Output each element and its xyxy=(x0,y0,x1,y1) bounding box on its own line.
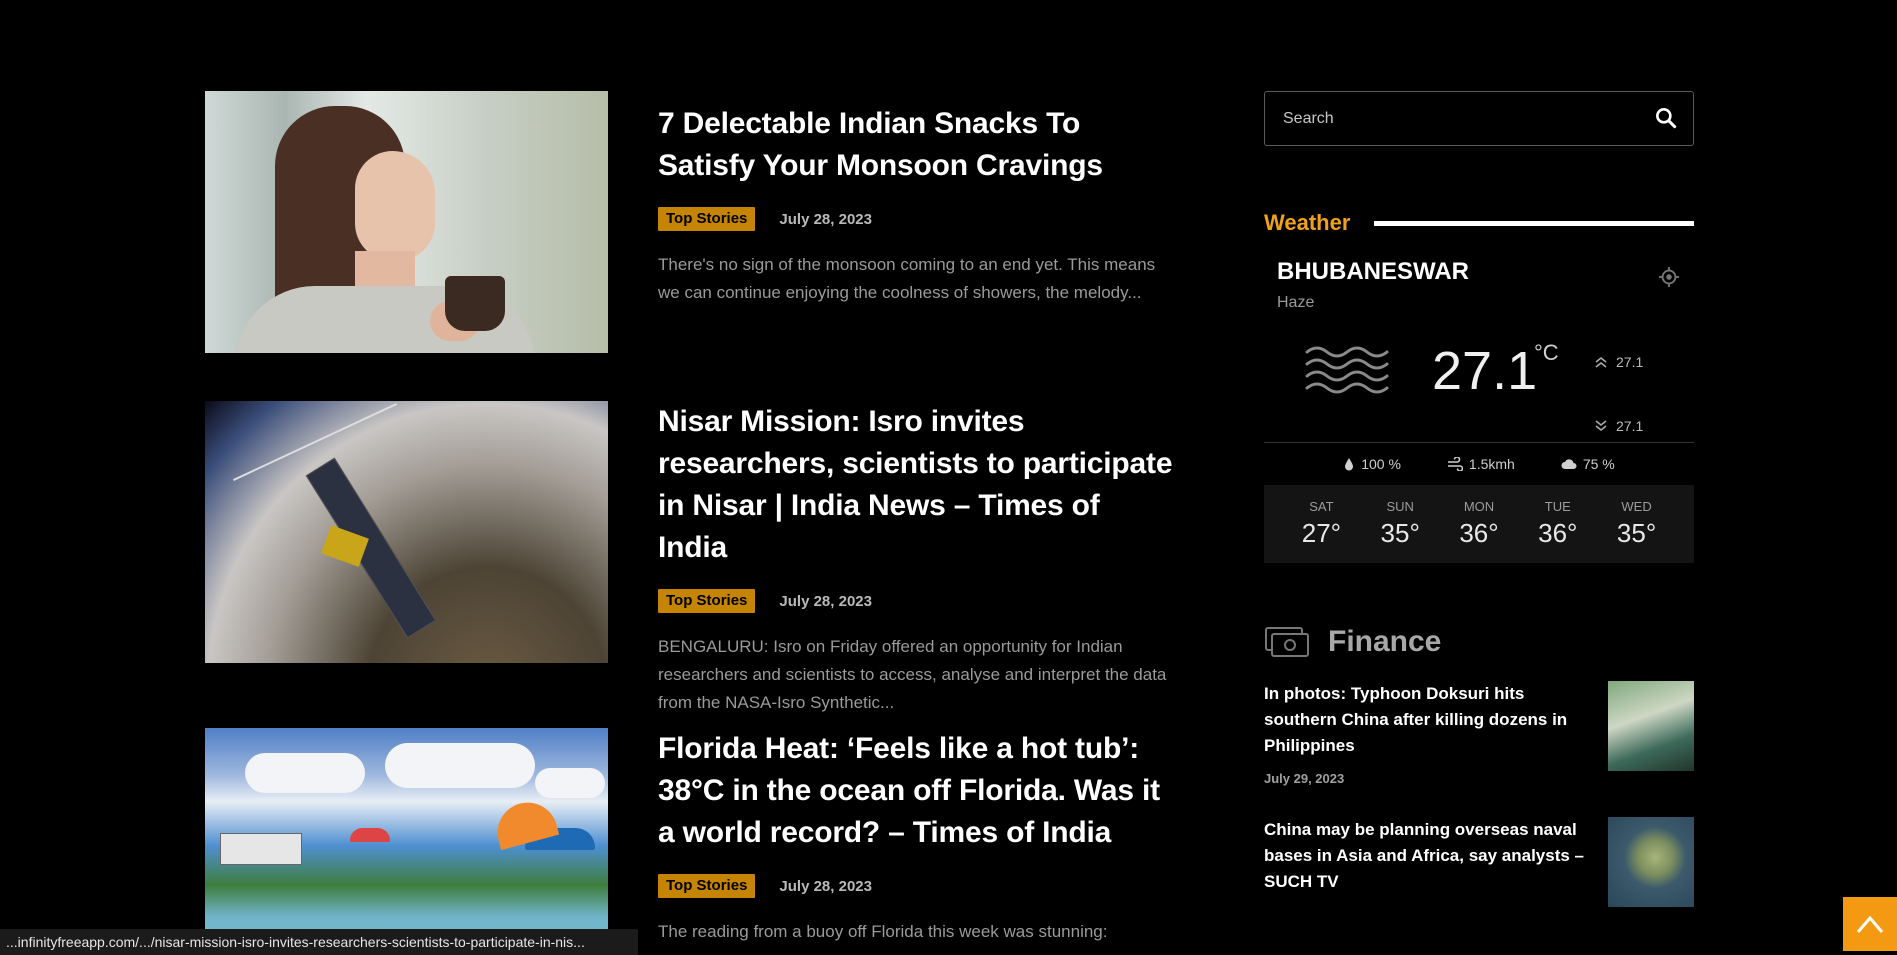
article-body: 7 Delectable Indian Snacks To Satisfy Yo… xyxy=(658,91,1175,401)
weather-low-value: 27.1 xyxy=(1616,418,1644,434)
haze-icon xyxy=(1305,346,1389,394)
article-date: July 28, 2023 xyxy=(779,877,872,895)
article-card: Florida Heat: ‘Feels like a hot tub’: 38… xyxy=(205,728,1175,955)
chevron-up-double-icon xyxy=(1595,356,1607,368)
forecast-day: MON 36° xyxy=(1459,499,1498,549)
article-excerpt: There's no sign of the monsoon coming to… xyxy=(658,255,1156,302)
forecast-day-name: WED xyxy=(1621,499,1652,514)
heading-divider xyxy=(1374,220,1694,226)
article-excerpt: BENGALURU: Isro on Friday offered an opp… xyxy=(658,637,1167,712)
humidity-value: 100 % xyxy=(1361,456,1401,472)
article-card: 7 Delectable Indian Snacks To Satisfy Yo… xyxy=(205,91,1175,401)
forecast-day: SUN 35° xyxy=(1381,499,1420,549)
page: 7 Delectable Indian Snacks To Satisfy Yo… xyxy=(0,0,1897,955)
weather-heading: Weather xyxy=(1264,210,1351,235)
forecast-day: SAT 27° xyxy=(1302,499,1341,549)
article-thumbnail[interactable] xyxy=(205,91,608,353)
forecast-day-temp: 36° xyxy=(1459,518,1499,548)
forecast-day-name: SAT xyxy=(1309,499,1334,514)
finance-news-item: In photos: Typhoon Doksuri hits southern… xyxy=(1264,681,1694,793)
wind-stat: 1.5kmh xyxy=(1447,456,1515,472)
arrow-up-icon xyxy=(1856,915,1884,933)
weather-condition: Haze xyxy=(1277,294,1315,311)
article-date: July 28, 2023 xyxy=(779,592,872,610)
weather-forecast: SAT 27° SUN 35° MON 36° TUE 36° WED 35° xyxy=(1264,485,1694,563)
article-thumbnail[interactable] xyxy=(205,728,608,955)
article-meta: Top Stories July 28, 2023 xyxy=(658,207,1175,231)
search-input[interactable] xyxy=(1265,92,1661,145)
article-date: July 28, 2023 xyxy=(779,210,872,228)
article-body: Nisar Mission: Isro invites researchers,… xyxy=(658,401,1175,728)
weather-block-title: Weather xyxy=(1264,210,1694,236)
finance-news-text: China may be planning overseas naval bas… xyxy=(1264,817,1584,895)
weather-city: BHUBANESWAR xyxy=(1277,258,1469,285)
cloud-icon xyxy=(1561,459,1577,469)
search-icon[interactable] xyxy=(1653,105,1679,131)
weather-temperature: 27.1 xyxy=(1432,341,1538,401)
sidebar: Weather BHUBANESWAR Haze xyxy=(1264,91,1694,907)
weather-widget: BHUBANESWAR Haze 27.1 °C 27.1 27.1 100 %… xyxy=(1264,258,1694,563)
article-list: 7 Delectable Indian Snacks To Satisfy Yo… xyxy=(205,91,1175,955)
category-badge[interactable]: Top Stories xyxy=(658,589,756,613)
article-title[interactable]: Florida Heat: ‘Feels like a hot tub’: 38… xyxy=(658,728,1175,854)
finance-news-date: July 29, 2023 xyxy=(1264,771,1345,786)
clouds-value: 75 % xyxy=(1582,456,1615,472)
wind-value: 1.5kmh xyxy=(1468,456,1515,472)
wind-icon xyxy=(1447,457,1463,471)
droplet-icon xyxy=(1345,458,1354,471)
article-title[interactable]: Nisar Mission: Isro invites researchers,… xyxy=(658,401,1175,569)
finance-news-thumbnail[interactable] xyxy=(1608,817,1694,907)
weather-stats: 100 % 1.5kmh 75 % xyxy=(1264,443,1694,485)
forecast-day-temp: 27° xyxy=(1301,518,1342,548)
forecast-day-name: MON xyxy=(1463,499,1495,514)
weather-unit: °C xyxy=(1534,340,1559,365)
article-excerpt: The reading from a buoy off Florida this… xyxy=(658,922,1108,941)
back-to-top-button[interactable] xyxy=(1843,897,1897,951)
forecast-day-temp: 36° xyxy=(1538,518,1578,548)
weather-high-value: 27.1 xyxy=(1616,354,1644,370)
article-meta: Top Stories July 28, 2023 xyxy=(658,589,1175,613)
weather-main: 27.1 °C 27.1 27.1 xyxy=(1264,312,1694,442)
article-thumbnail[interactable] xyxy=(205,401,608,663)
status-bar-url: ...infinityfreeapp.com/.../nisar-mission… xyxy=(0,929,638,955)
category-badge[interactable]: Top Stories xyxy=(658,874,756,898)
forecast-day-temp: 35° xyxy=(1616,518,1657,548)
money-icon xyxy=(1265,627,1309,657)
location-target-icon[interactable] xyxy=(1658,266,1680,288)
article-title[interactable]: 7 Delectable Indian Snacks To Satisfy Yo… xyxy=(658,103,1175,187)
finance-news-thumbnail[interactable] xyxy=(1608,681,1694,771)
forecast-day-name: SUN xyxy=(1386,499,1414,514)
forecast-day: TUE 36° xyxy=(1538,499,1577,549)
weather-low: 27.1 xyxy=(1594,418,1643,434)
article-meta: Top Stories July 28, 2023 xyxy=(658,874,1175,898)
search-box xyxy=(1264,91,1694,146)
clouds-stat: 75 % xyxy=(1561,456,1615,472)
article-body: Florida Heat: ‘Feels like a hot tub’: 38… xyxy=(658,728,1175,955)
article-card: Nisar Mission: Isro invites researchers,… xyxy=(205,401,1175,728)
forecast-day: WED 35° xyxy=(1617,499,1656,549)
weather-high: 27.1 xyxy=(1594,354,1643,370)
finance-news-text: In photos: Typhoon Doksuri hits southern… xyxy=(1264,681,1584,793)
finance-news-headline[interactable]: In photos: Typhoon Doksuri hits southern… xyxy=(1264,681,1584,759)
finance-block-title: Finance xyxy=(1264,625,1694,659)
chevron-down-double-icon xyxy=(1595,420,1607,432)
humidity-stat: 100 % xyxy=(1343,456,1401,472)
finance-heading: Finance xyxy=(1328,625,1442,658)
finance-news-headline[interactable]: China may be planning overseas naval bas… xyxy=(1264,817,1584,895)
forecast-day-temp: 35° xyxy=(1380,518,1420,548)
forecast-day-name: TUE xyxy=(1544,499,1571,514)
category-badge[interactable]: Top Stories xyxy=(658,207,756,231)
finance-news-item: China may be planning overseas naval bas… xyxy=(1264,817,1694,907)
